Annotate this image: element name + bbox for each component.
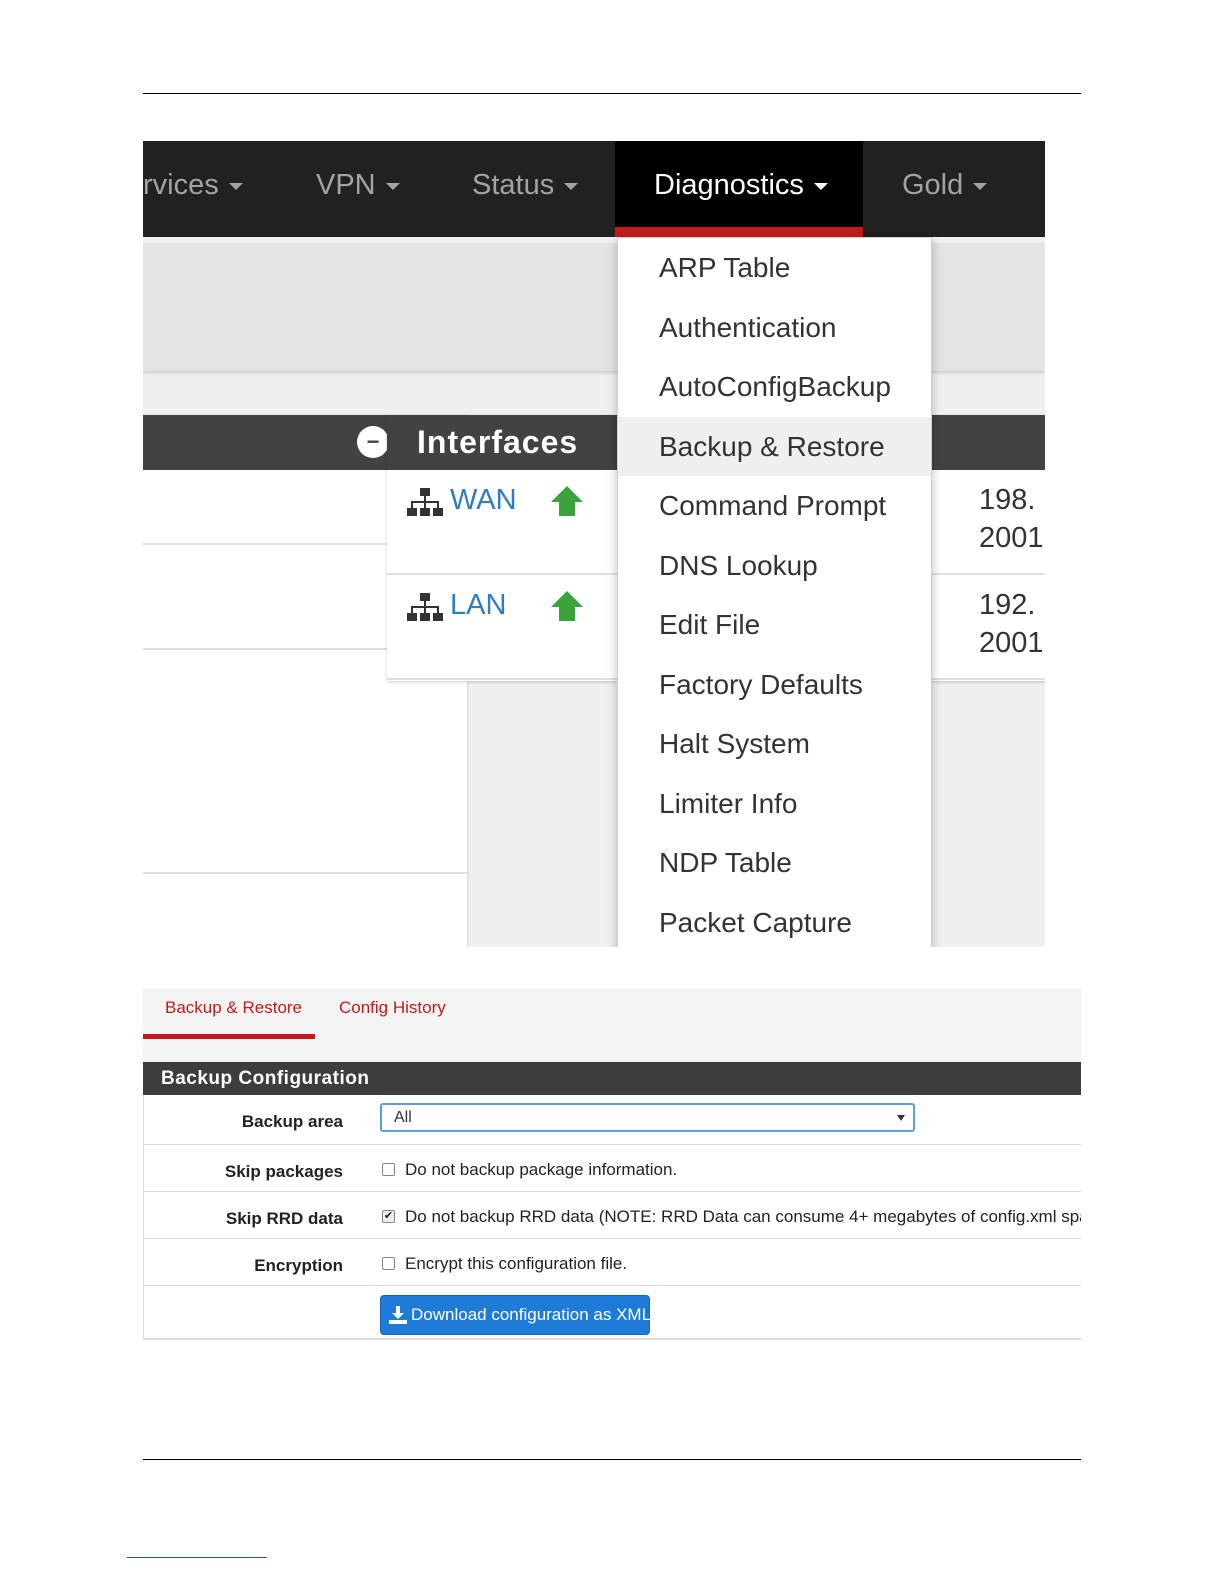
diagnostics-menu-screenshot: rvices VPN Status Diagnostics Gold − × I… [143, 141, 1045, 947]
form-row-encryption: Encryption Encrypt this configuration fi… [144, 1239, 1081, 1286]
caret-down-icon [813, 182, 828, 190]
skip-packages-label: Skip packages [224, 1162, 343, 1181]
form-row-skip-packages: Skip packages Do not backup package info… [144, 1145, 1081, 1192]
nav-gold[interactable]: Gold [902, 141, 988, 237]
network-icon [407, 488, 443, 516]
menu-item-arp-table[interactable]: ARP Table [618, 238, 931, 298]
backup-area-select[interactable]: All [380, 1103, 915, 1132]
nav-diagnostics[interactable]: Diagnostics [615, 141, 863, 237]
nav-gold-label: Gold [902, 169, 964, 201]
menu-item-authentication[interactable]: Authentication [618, 298, 931, 358]
encryption-text: Encrypt this configuration file. [405, 1254, 628, 1273]
page-header-rule [143, 93, 1081, 94]
skip-packages-text: Do not backup package information. [405, 1160, 678, 1179]
nav-services[interactable]: rvices [143, 141, 258, 237]
status-up-arrow-icon [551, 486, 583, 516]
backup-area-label: Backup area [241, 1112, 343, 1131]
section-title: Backup Configuration [143, 1062, 1081, 1095]
skip-rrd-text: Do not backup RRD data (NOTE: RRD Data c… [405, 1207, 1081, 1226]
widget-row [143, 650, 467, 874]
caret-down-icon [564, 182, 579, 190]
menu-item-packet-capture[interactable]: Packet Capture [618, 893, 931, 948]
caret-down-icon [228, 182, 243, 190]
backup-area-value: All [394, 1109, 412, 1126]
interface-link-lan[interactable]: LAN [450, 589, 506, 622]
diagnostics-dropdown-menu: ARP Table Authentication AutoConfigBacku… [617, 237, 932, 947]
interface-ipv4: 192. [979, 589, 1036, 621]
nav-diagnostics-label: Diagnostics [654, 169, 804, 201]
interface-ipv6: 2001 [979, 627, 1044, 659]
dropdown-arrow-icon [897, 1115, 905, 1121]
encryption-label: Encryption [254, 1256, 343, 1275]
tab-config-history-label: Config History [339, 998, 446, 1017]
nav-status[interactable]: Status [472, 141, 579, 237]
skip-rrd-checkbox[interactable]: ✔ [382, 1210, 395, 1223]
nav-vpn-label: VPN [316, 169, 376, 201]
menu-item-dns-lookup[interactable]: DNS Lookup [618, 536, 931, 596]
skip-packages-checkbox[interactable] [382, 1163, 395, 1176]
nav-status-label: Status [472, 169, 555, 201]
menu-item-edit-file[interactable]: Edit File [618, 595, 931, 655]
menu-item-autoconfigbackup[interactable]: AutoConfigBackup [618, 357, 931, 417]
interface-link-wan[interactable]: WAN [450, 484, 517, 517]
download-config-button[interactable]: Download configuration as XML [380, 1295, 652, 1335]
tab-backup-restore-label: Backup & Restore [165, 998, 303, 1017]
nav-services-label: rvices [143, 169, 219, 201]
form-row-skip-rrd: Skip RRD data ✔ Do not backup RRD data (… [144, 1192, 1081, 1239]
top-navbar: rvices VPN Status Diagnostics Gold [143, 141, 1045, 237]
backup-restore-screenshot: Backup & Restore Config History Backup C… [143, 989, 1081, 1351]
form-row-backup-area: Backup area All [144, 1095, 1081, 1145]
menu-item-limiter-info[interactable]: Limiter Info [618, 774, 931, 834]
interface-ipv4: 198. [979, 484, 1036, 516]
caret-down-icon [385, 182, 400, 190]
form-row-download: Download configuration as XML [144, 1286, 1081, 1340]
skip-rrd-label: Skip RRD data [225, 1209, 343, 1228]
tab-config-history[interactable]: Config History [339, 989, 446, 1039]
footnote-link-underline [127, 1557, 267, 1558]
encryption-checkbox[interactable] [382, 1257, 395, 1270]
page-footer-rule [143, 1459, 1081, 1460]
download-config-label: Download configuration as XML [411, 1305, 652, 1324]
tab-backup-restore[interactable]: Backup & Restore [143, 989, 315, 1039]
menu-item-halt-system[interactable]: Halt System [618, 714, 931, 774]
page-tabs: Backup & Restore Config History [143, 989, 1081, 1039]
menu-item-factory-defaults[interactable]: Factory Defaults [618, 655, 931, 715]
network-icon [407, 593, 443, 621]
interface-ipv6: 2001 [979, 522, 1044, 554]
minimize-widget-icon[interactable]: − [357, 426, 389, 458]
nav-active-indicator [615, 227, 863, 237]
tab-spacer [143, 1039, 1081, 1063]
backup-form: Backup area All Skip packages Do not bac… [143, 1095, 1081, 1340]
menu-item-ndp-table[interactable]: NDP Table [618, 833, 931, 893]
menu-item-command-prompt[interactable]: Command Prompt [618, 476, 931, 536]
menu-item-backup-restore[interactable]: Backup & Restore [618, 416, 931, 476]
nav-vpn[interactable]: VPN [316, 141, 400, 237]
status-up-arrow-icon [551, 591, 583, 621]
caret-down-icon [973, 182, 988, 190]
download-icon [389, 1306, 407, 1324]
